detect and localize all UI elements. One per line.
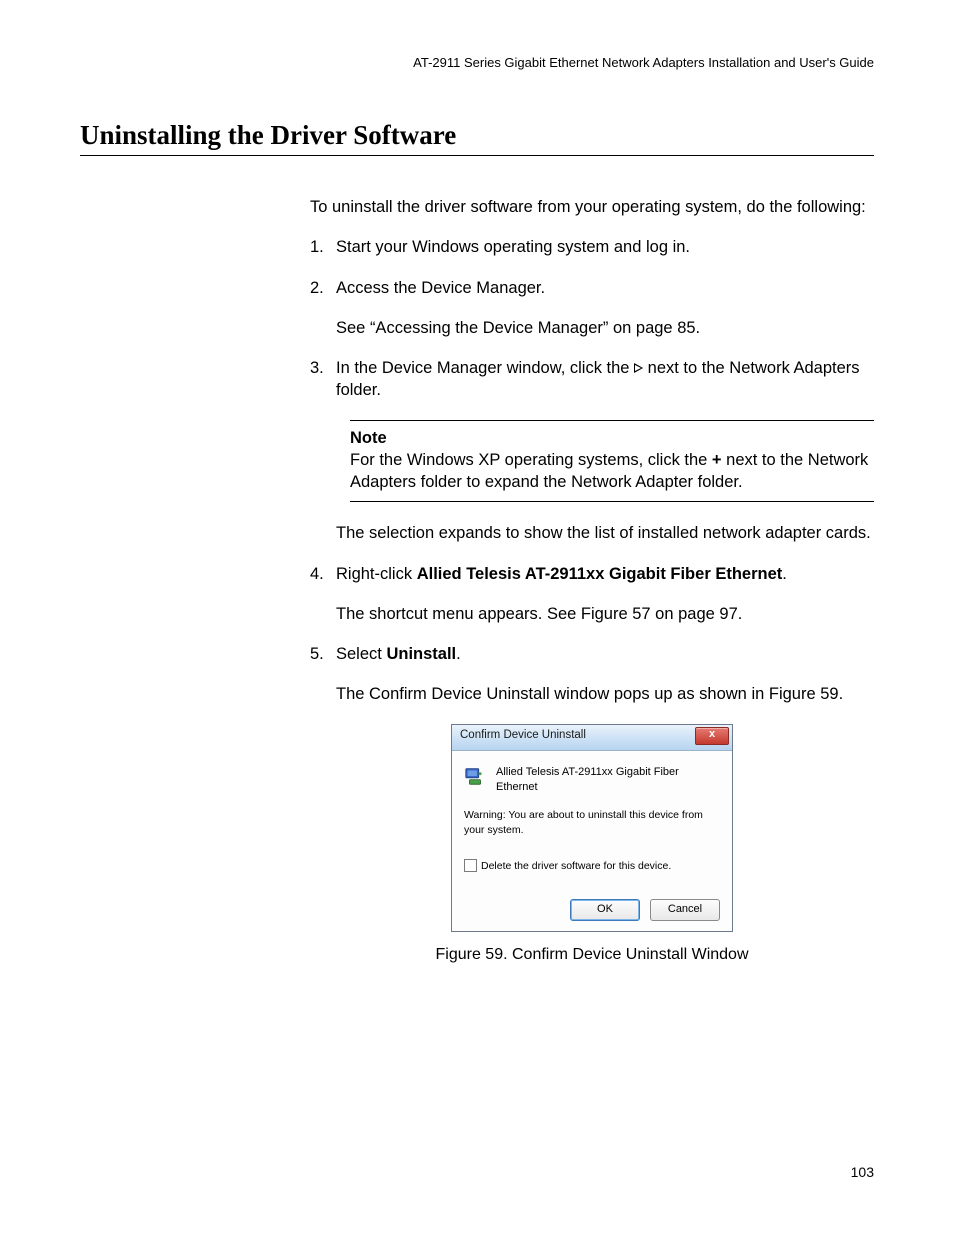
step-text: Start your Windows operating system and …: [336, 236, 874, 258]
step-text: Right-click Allied Telesis AT-2911xx Gig…: [336, 563, 874, 585]
section-title: Uninstalling the Driver Software: [80, 120, 874, 156]
step-4-sub: The shortcut menu appears. See Figure 57…: [336, 603, 874, 625]
step-5-bold: Uninstall: [386, 645, 456, 663]
step-number: 5.: [310, 643, 336, 665]
checkbox-icon[interactable]: [464, 859, 477, 872]
note-box: Note For the Windows XP operating system…: [350, 420, 874, 503]
confirm-uninstall-dialog: Confirm Device Uninstall x Allied Telesi…: [451, 724, 733, 932]
expand-triangle-icon: [634, 363, 643, 373]
dialog-warning-text: Warning: You are about to uninstall this…: [464, 808, 720, 836]
running-header: AT-2911 Series Gigabit Ethernet Network …: [80, 55, 874, 70]
step-number: 2.: [310, 277, 336, 299]
intro-paragraph: To uninstall the driver software from yo…: [310, 196, 874, 218]
dialog-device-name: Allied Telesis AT-2911xx Gigabit Fiber E…: [496, 765, 720, 795]
checkbox-label: Delete the driver software for this devi…: [481, 859, 671, 873]
step-5-pre: Select: [336, 645, 386, 663]
note-text-pre: For the Windows XP operating systems, cl…: [350, 451, 712, 469]
step-number: 3.: [310, 357, 336, 402]
step-5: 5. Select Uninstall.: [310, 643, 874, 665]
step-3-pre: In the Device Manager window, click the: [336, 359, 634, 377]
delete-driver-checkbox-row[interactable]: Delete the driver software for this devi…: [464, 859, 720, 873]
page-number: 103: [851, 1164, 874, 1180]
close-button[interactable]: x: [695, 727, 729, 745]
network-adapter-icon: [464, 765, 486, 792]
step-text: Access the Device Manager.: [336, 277, 874, 299]
step-number: 4.: [310, 563, 336, 585]
step-4-post: .: [782, 565, 787, 583]
step-1: 1. Start your Windows operating system a…: [310, 236, 874, 258]
step-4-bold: Allied Telesis AT-2911xx Gigabit Fiber E…: [417, 565, 783, 583]
step-4-pre: Right-click: [336, 565, 417, 583]
step-5-sub: The Confirm Device Uninstall window pops…: [336, 683, 874, 705]
step-text: In the Device Manager window, click the …: [336, 357, 874, 402]
note-label: Note: [350, 427, 874, 449]
step-2: 2. Access the Device Manager.: [310, 277, 874, 299]
figure-caption: Figure 59. Confirm Device Uninstall Wind…: [310, 944, 874, 966]
step-3-after: The selection expands to show the list o…: [336, 522, 874, 544]
cancel-button[interactable]: Cancel: [650, 899, 720, 921]
step-4: 4. Right-click Allied Telesis AT-2911xx …: [310, 563, 874, 585]
ok-button[interactable]: OK: [570, 899, 640, 921]
step-2-sub: See “Accessing the Device Manager” on pa…: [336, 317, 874, 339]
dialog-titlebar: Confirm Device Uninstall x: [452, 725, 732, 751]
step-text: Select Uninstall.: [336, 643, 874, 665]
step-5-post: .: [456, 645, 461, 663]
note-plus: +: [712, 451, 722, 469]
step-number: 1.: [310, 236, 336, 258]
step-3: 3. In the Device Manager window, click t…: [310, 357, 874, 402]
dialog-title-text: Confirm Device Uninstall: [460, 728, 586, 744]
